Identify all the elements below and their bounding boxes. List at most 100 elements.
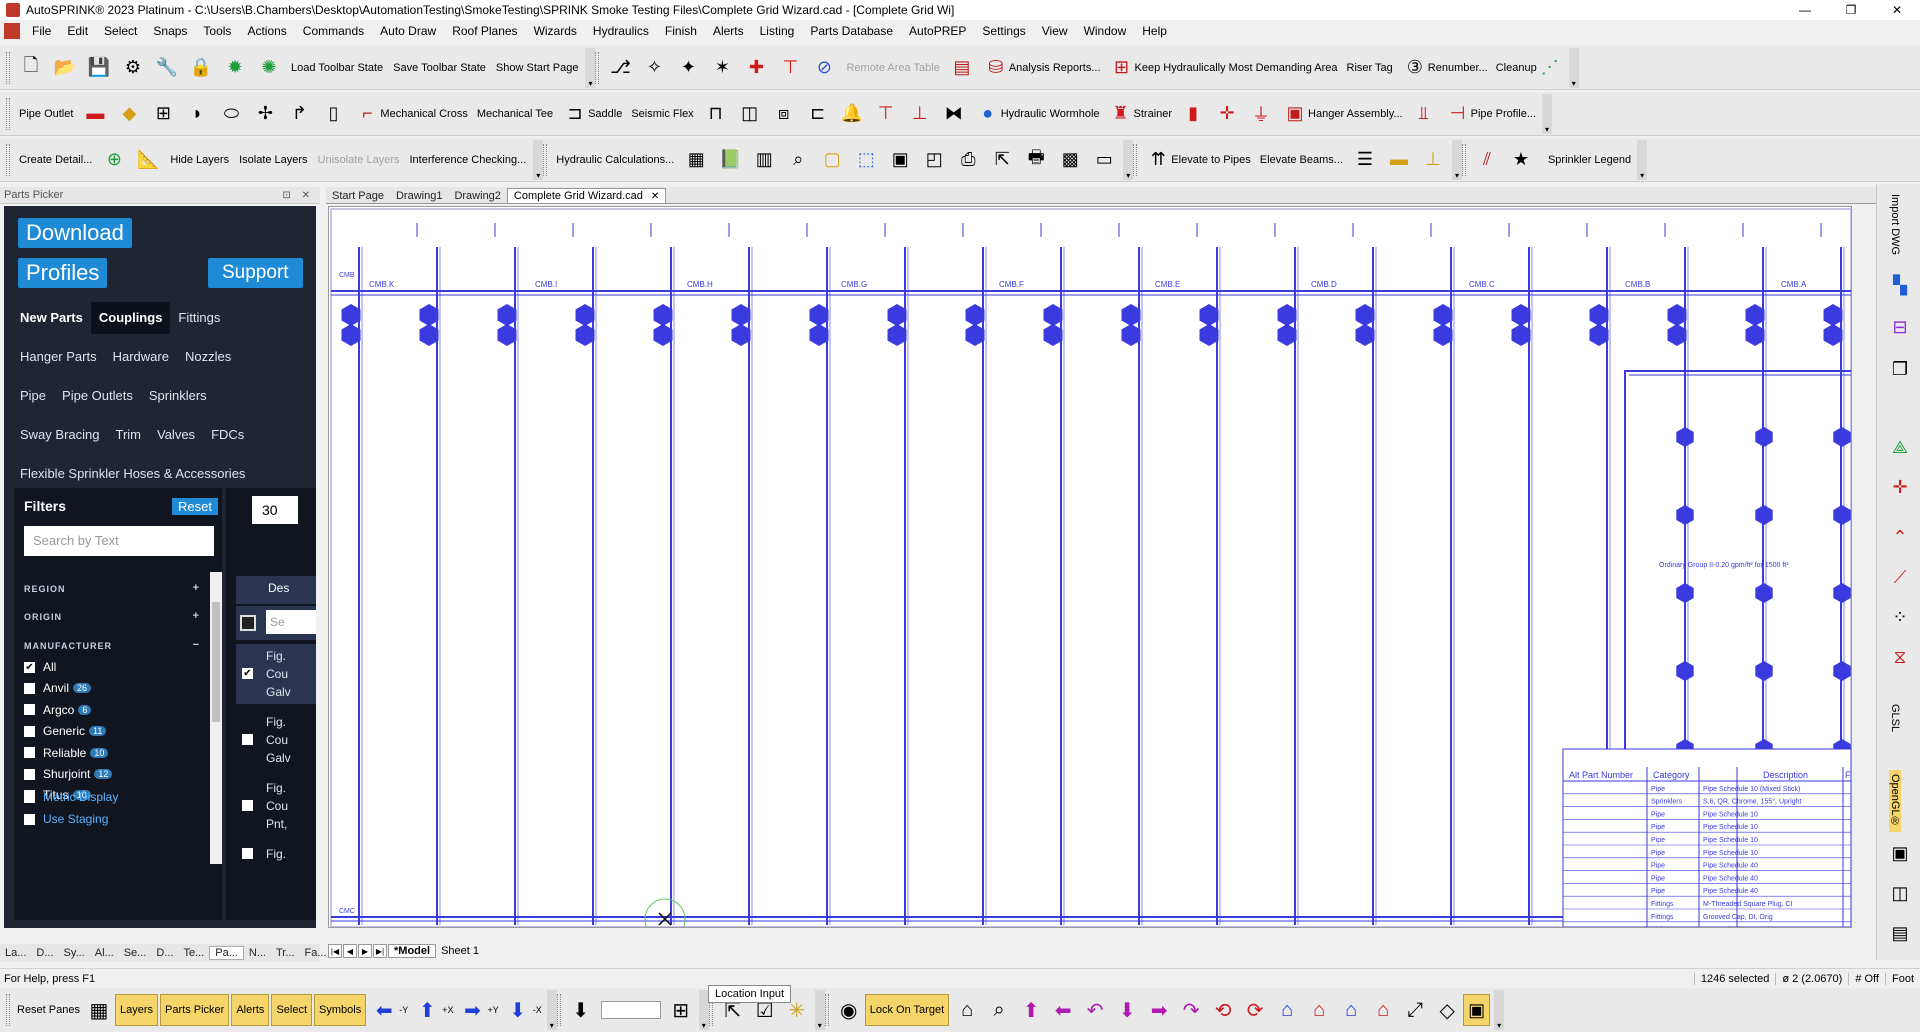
last-sheet-button[interactable]: ▶| (373, 944, 387, 958)
manufacturer-checkbox[interactable] (24, 747, 35, 759)
save-toolbar-state-button[interactable]: Save Toolbar State (388, 52, 491, 84)
bell-button[interactable]: 🔔 (835, 98, 869, 130)
tab-hanger-parts[interactable]: Hanger Parts (12, 341, 105, 373)
tab-model[interactable]: *Model (388, 944, 437, 958)
panel-tab[interactable]: La... (0, 947, 31, 959)
vertical-scrollbar[interactable] (1852, 206, 1866, 928)
menu-finish[interactable]: Finish (657, 24, 705, 38)
stack-button[interactable]: ☰ (1348, 144, 1382, 176)
toolbar-grip[interactable] (6, 51, 10, 84)
menu-edit[interactable]: Edit (59, 24, 96, 38)
manufacturer-option[interactable]: Reliable 10 (24, 746, 109, 760)
menu-wizards[interactable]: Wizards (526, 24, 585, 38)
result-row[interactable]: Fig. Cou Pnt, (236, 776, 316, 836)
new-file-button[interactable]: 🗋 (14, 52, 48, 84)
nudge-plus-x-button[interactable]: ⬆ +X (411, 994, 456, 1026)
close-button[interactable]: ✕ (1874, 0, 1920, 20)
sprinkler-legend-button[interactable]: ★ Sprinkler Legend (1504, 144, 1635, 176)
split-view-icon[interactable]: ⊟ (1887, 314, 1913, 340)
monitor-icon[interactable]: ▣ (1887, 840, 1913, 866)
manufacturer-checkbox[interactable] (24, 768, 35, 780)
open-file-button[interactable]: 📂 (48, 52, 82, 84)
menu-select[interactable]: Select (96, 24, 145, 38)
toolbar-overflow[interactable]: ▾ (1637, 139, 1648, 180)
view-up-button[interactable]: ⬆ (1015, 994, 1047, 1026)
prev-sheet-button[interactable]: ◀ (343, 944, 357, 958)
toolbar-grip[interactable] (1133, 143, 1138, 176)
tab-new-parts[interactable]: New Parts (12, 302, 91, 334)
minimize-button[interactable]: — (1782, 0, 1828, 20)
tab-fdcs[interactable]: FDCs (203, 419, 252, 451)
menu-listing[interactable]: Listing (752, 24, 803, 38)
sprinkler-place-button[interactable]: ✦ (671, 52, 705, 84)
result-checkbox[interactable] (242, 848, 253, 859)
menu-view[interactable]: View (1034, 24, 1076, 38)
frame-button[interactable]: ▭ (1087, 144, 1121, 176)
green-gear-button[interactable]: ✹ (218, 52, 252, 84)
lock-on-target-button[interactable]: Lock On Target (864, 994, 950, 1026)
menu-window[interactable]: Window (1076, 24, 1135, 38)
toolbar-overflow[interactable]: ▾ (1542, 93, 1553, 134)
yellow-tag-button[interactable]: ▬ (1382, 144, 1416, 176)
renumber-button[interactable]: ③ Renumber... (1398, 52, 1492, 84)
tab-valves[interactable]: Valves (149, 419, 203, 451)
mirror-icon[interactable]: ⧖ (1887, 644, 1913, 670)
panel-tab[interactable]: N... (244, 947, 271, 959)
tab-trim[interactable]: Trim (107, 419, 149, 451)
select-all-checkbox[interactable] (240, 615, 256, 631)
yellow-box-button[interactable]: ▢ (815, 144, 849, 176)
tab-nozzles[interactable]: Nozzles (177, 341, 239, 373)
export-button[interactable]: ⇱ (985, 144, 1019, 176)
tab-sheet-1[interactable]: Sheet 1 (436, 945, 484, 957)
manufacturer-option[interactable]: Generic 11 (24, 724, 107, 738)
copy-icon[interactable]: ❐ (1887, 356, 1913, 382)
rotate-ccw-button[interactable]: ↶ (1079, 994, 1111, 1026)
page-size-input[interactable]: 30 (252, 496, 298, 524)
zoom-window-button[interactable]: ⌕ (781, 144, 815, 176)
result-checkbox[interactable] (242, 800, 253, 811)
toolbar-overflow[interactable]: ▾ (1494, 990, 1505, 1030)
hanger-assembly-button[interactable]: ▣ Hanger Assembly... (1278, 98, 1407, 130)
symbols-button[interactable]: Symbols (314, 994, 367, 1026)
origin-icon[interactable]: ✛ (1887, 474, 1913, 500)
menu-hydraulics[interactable]: Hydraulics (585, 24, 657, 38)
tab-pipe-outlets[interactable]: Pipe Outlets (54, 380, 141, 412)
select-button[interactable]: Select (271, 994, 313, 1026)
plan-view-button[interactable]: ◇ (1431, 994, 1463, 1026)
layout-editor-icon[interactable]: ▤ (1887, 920, 1913, 946)
layers-button[interactable]: Layers (114, 994, 159, 1026)
orbit-button[interactable]: ⟲ (1207, 994, 1239, 1026)
union-button[interactable]: ◫ (733, 98, 767, 130)
tab-drawing1[interactable]: Drawing1 (390, 189, 448, 203)
manufacturer-filter-header[interactable]: MANUFACTURER − (24, 639, 200, 651)
crosshair-button[interactable]: ✛ (1210, 98, 1244, 130)
toolbar-overflow[interactable]: ▾ (546, 990, 557, 1030)
interference-checking-button[interactable]: Interference Checking... (405, 144, 532, 176)
nudge-plus-y-button[interactable]: ➡ +Y (456, 994, 501, 1026)
print-preview-button[interactable]: ⎙ (951, 144, 985, 176)
panel-tab[interactable]: D... (31, 947, 58, 959)
search-input[interactable]: Search by Text (24, 526, 214, 556)
sprinkler-head-button[interactable]: ⊤ (869, 98, 903, 130)
manufacturer-checkbox[interactable] (24, 704, 35, 716)
maximize-button[interactable]: ❐ (1828, 0, 1874, 20)
elevate-to-pipes-button[interactable]: ⇈ Elevate to Pipes (1141, 144, 1255, 176)
hydraulic-calculations-button[interactable]: Hydraulic Calculations... (551, 144, 679, 176)
pump-button[interactable]: ⏚ (1244, 98, 1278, 130)
create-detail-button[interactable]: Create Detail... (14, 144, 97, 176)
rotate-cw-button[interactable]: ↷ (1175, 994, 1207, 1026)
panes-icon-button[interactable]: ▦ (83, 994, 115, 1026)
tab-pipe[interactable]: Pipe (12, 380, 54, 412)
strainer-button[interactable]: ♜ Strainer (1104, 98, 1177, 130)
red-pipes-button[interactable]: ⫽ (1470, 144, 1504, 176)
toolbar-grip[interactable] (6, 994, 10, 1026)
roof-icon[interactable]: ⌃ (1887, 524, 1913, 550)
cap-button[interactable]: ⬭ (214, 98, 248, 130)
manufacturer-checkbox[interactable] (24, 682, 35, 694)
flange-button[interactable]: ⊓ (699, 98, 733, 130)
tab-hardware[interactable]: Hardware (105, 341, 177, 373)
scatter-icon[interactable]: ⁘ (1887, 604, 1913, 630)
cross-fitting-button[interactable]: ✢ (248, 98, 282, 130)
print-button[interactable]: 🖶 (1019, 144, 1053, 176)
alerts-button[interactable]: Alerts (231, 994, 270, 1026)
